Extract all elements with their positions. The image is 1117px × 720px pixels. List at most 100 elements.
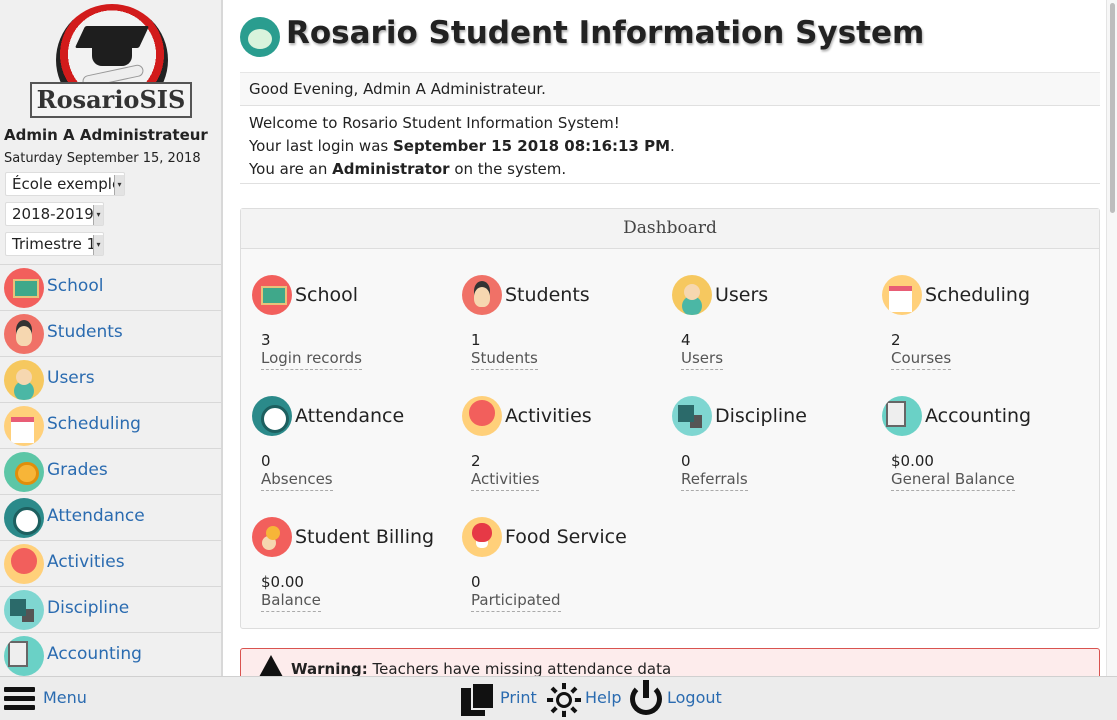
dashboard-card-title[interactable]: School (295, 275, 358, 315)
dashboard-card-users: Users 4 Users (661, 275, 861, 387)
print-label: Print (500, 688, 537, 707)
discipline-icon (672, 396, 712, 436)
scheduling-icon (4, 406, 44, 446)
sidebar-item-label: Students (47, 322, 123, 342)
dashboard-card-label: Users (681, 349, 724, 370)
dashboard-card-label: Login records (261, 349, 362, 370)
scrollbar-thumb[interactable] (1110, 3, 1115, 213)
print-button[interactable]: Print (461, 677, 543, 720)
sidebar-item-label: Accounting (47, 644, 142, 664)
dashboard-card-value: 2 (471, 452, 481, 470)
dashboard-card-value: 1 (471, 331, 481, 349)
sidebar-item-label: Users (47, 368, 95, 388)
students-icon (462, 275, 502, 315)
sidebar-item-label: Grades (47, 460, 108, 480)
print-icon (461, 682, 495, 716)
menu-button[interactable]: Menu (0, 677, 90, 720)
role-line: You are an Administrator on the system. (249, 158, 1091, 181)
dashboard-card-title[interactable]: Scheduling (925, 275, 1030, 315)
grades-icon (4, 452, 44, 492)
sidebar-item-discipline[interactable]: Discipline (0, 586, 221, 632)
dashboard-card-label: Participated (471, 591, 561, 612)
role-suffix: on the system. (449, 160, 567, 178)
discipline-icon (4, 590, 44, 630)
last-login-line: Your last login was September 15 2018 08… (249, 135, 1091, 158)
dashboard-card-label: Activities (471, 470, 540, 491)
dashboard-card-value: 4 (681, 331, 691, 349)
logout-button[interactable]: Logout (630, 677, 722, 720)
dashboard-card-food-service: Food Service 0 Participated (451, 517, 651, 629)
main-scrollbar[interactable] (1106, 0, 1117, 676)
dashboard-title: Dashboard (241, 209, 1099, 249)
last-login-suffix: . (670, 137, 675, 155)
last-login-time: September 15 2018 08:16:13 PM (392, 137, 671, 155)
dashboard-card-students: Students 1 Students (451, 275, 651, 387)
dashboard-card-accounting: Accounting $0.00 General Balance (871, 396, 1071, 508)
school-select-value: École exemple (12, 175, 122, 193)
dashboard-panel: Dashboard School 3 Login records Student… (240, 208, 1100, 629)
help-icon (547, 683, 581, 717)
dashboard-card-school: School 3 Login records (241, 275, 441, 387)
welcome-panel: Welcome to Rosario Student Information S… (240, 106, 1100, 184)
dashboard-card-label: General Balance (891, 470, 1015, 491)
rosariosis-logo[interactable]: RosarioSIS (30, 4, 192, 118)
dashboard-card-title[interactable]: Discipline (715, 396, 807, 436)
dashboard-card-title[interactable]: Students (505, 275, 590, 315)
current-date: Saturday September 15, 2018 (4, 151, 201, 166)
school-select[interactable]: École exemple ▾ (5, 172, 125, 196)
activities-icon (462, 396, 502, 436)
sidebar-item-school[interactable]: School (0, 264, 221, 310)
users-icon (4, 360, 44, 400)
dashboard-card-value: $0.00 (891, 452, 934, 470)
user-name[interactable]: Admin A Administrateur (4, 126, 208, 144)
module-menu: School Students Users Scheduling Grades … (0, 264, 221, 676)
bottom-toolbar: Menu Print Help Logout (0, 676, 1117, 720)
greeting-message: Good Evening, Admin A Administrateur. (240, 72, 1100, 106)
chevron-down-icon: ▾ (93, 235, 103, 255)
dashboard-card-value: 3 (261, 331, 271, 349)
sidebar-item-attendance[interactable]: Attendance (0, 494, 221, 540)
dashboard-card-title[interactable]: Student Billing (295, 517, 434, 557)
dashboard-card-label: Balance (261, 591, 321, 612)
dashboard-card-title[interactable]: Accounting (925, 396, 1031, 436)
warning-icon (259, 655, 283, 676)
dashboard-card-title[interactable]: Food Service (505, 517, 627, 557)
sidebar-item-activities[interactable]: Activities (0, 540, 221, 586)
sidebar-item-users[interactable]: Users (0, 356, 221, 402)
dashboard-card-value: 0 (681, 452, 691, 470)
dashboard-card-title[interactable]: Attendance (295, 396, 404, 436)
help-button[interactable]: Help (547, 677, 625, 720)
sidebar-item-label: Activities (47, 552, 125, 572)
dashboard-card-student-billing: Student Billing $0.00 Balance (241, 517, 441, 629)
dashboard-card-title[interactable]: Users (715, 275, 768, 315)
dashboard-card-value: 0 (261, 452, 271, 470)
dashboard-card-title[interactable]: Activities (505, 396, 592, 436)
logout-label: Logout (667, 688, 722, 707)
dashboard-card-scheduling: Scheduling 2 Courses (871, 275, 1071, 387)
marking-period-select[interactable]: Trimestre 1 ▾ (5, 232, 104, 256)
users-icon (672, 275, 712, 315)
last-login-prefix: Your last login was (249, 137, 393, 155)
dashboard-card-activities: Activities 2 Activities (451, 396, 651, 508)
sidebar-item-label: Attendance (47, 506, 145, 526)
dashboard-card-label: Students (471, 349, 538, 370)
students-icon (4, 314, 44, 354)
attendance-icon (252, 396, 292, 436)
dashboard-card-label: Absences (261, 470, 333, 491)
dashboard-card-label: Referrals (681, 470, 748, 491)
missing-attendance-warning: Warning: Teachers have missing attendanc… (240, 648, 1100, 676)
sidebar-item-grades[interactable]: Grades (0, 448, 221, 494)
sidebar-item-accounting[interactable]: Accounting (0, 632, 221, 676)
warning-message[interactable]: Teachers have missing attendance data (368, 660, 672, 676)
food-service-icon (462, 517, 502, 557)
attendance-icon (4, 498, 44, 538)
school-year-select[interactable]: 2018-2019 ▾ (5, 202, 104, 226)
student-billing-icon (252, 517, 292, 557)
role-prefix: You are an (249, 160, 333, 178)
sidebar-item-scheduling[interactable]: Scheduling (0, 402, 221, 448)
warning-label: Warning: (291, 660, 368, 676)
power-icon (630, 680, 662, 715)
sidebar-item-students[interactable]: Students (0, 310, 221, 356)
graduation-cap-base (92, 44, 132, 66)
school-icon (252, 275, 292, 315)
